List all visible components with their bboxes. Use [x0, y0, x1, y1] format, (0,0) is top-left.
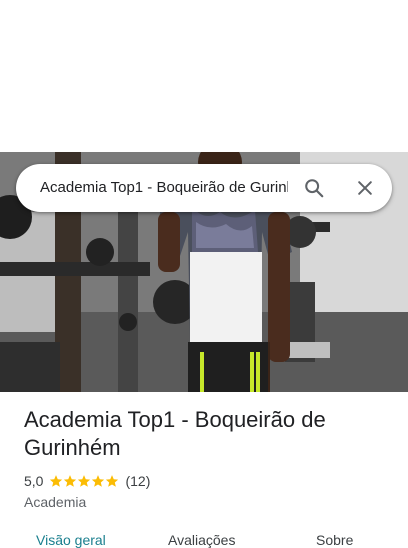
close-icon: [358, 181, 372, 195]
review-count[interactable]: (12): [125, 473, 150, 489]
rating-row[interactable]: 5,0 (12): [24, 471, 150, 491]
star-icon: [50, 475, 63, 487]
tab-reviews[interactable]: Avaliações: [168, 532, 235, 548]
star-icon: [64, 475, 77, 487]
place-title: Academia Top1 - Boqueirão de Gurinhém: [24, 407, 326, 460]
star-icon: [92, 475, 105, 487]
search-bar[interactable]: Academia Top1 - Boqueirão de Gurinhém: [16, 164, 392, 212]
search-icon: [305, 179, 324, 198]
place-tabs: Visão geral Avaliações Sobre: [0, 528, 408, 548]
close-button[interactable]: [349, 172, 381, 204]
place-category[interactable]: Academia: [24, 492, 86, 512]
tab-overview[interactable]: Visão geral: [36, 532, 106, 548]
search-input[interactable]: Academia Top1 - Boqueirão de Gurinhém: [40, 178, 288, 198]
tab-about[interactable]: Sobre: [316, 532, 353, 548]
star-rating: [49, 474, 119, 488]
search-button[interactable]: [298, 172, 330, 204]
rating-value: 5,0: [24, 473, 44, 489]
star-icon: [106, 475, 119, 487]
star-icon: [78, 475, 91, 487]
